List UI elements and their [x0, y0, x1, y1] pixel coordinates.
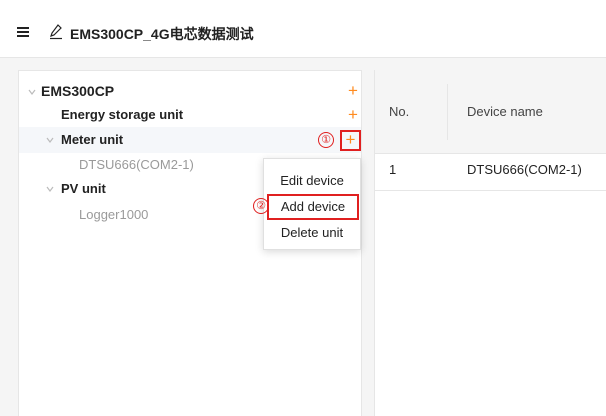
tree-node-label: EMS300CP	[41, 83, 115, 99]
column-divider	[447, 84, 448, 140]
tree-node-meter[interactable]: Meter unit ① +	[19, 127, 361, 153]
menu-item-add-device[interactable]: Add device	[267, 194, 359, 220]
top-bar: EMS300CP_4G电芯数据测试	[0, 0, 606, 58]
cell-device-name: DTSU666(COM2-1)	[467, 162, 582, 177]
step-marker-2: ②	[253, 198, 269, 214]
column-header-no[interactable]: No.	[389, 104, 409, 119]
menu-item-edit-device[interactable]: Edit device	[264, 170, 360, 192]
edit-icon[interactable]	[49, 24, 63, 40]
add-unit-button[interactable]: +	[345, 82, 361, 99]
step-marker-1: ①	[318, 132, 334, 148]
tree-node-label: Logger1000	[79, 207, 149, 222]
context-menu: Edit device Add device Delete unit	[263, 158, 361, 250]
tree-node-label: Energy storage unit	[61, 107, 184, 122]
column-header-device-name[interactable]: Device name	[467, 104, 543, 119]
menu-icon[interactable]	[17, 27, 29, 37]
menu-item-delete-unit[interactable]: Delete unit	[264, 222, 360, 244]
table-header: No. Device name	[375, 70, 606, 154]
row-divider	[375, 190, 606, 191]
tree-node-energy-storage[interactable]: Energy storage unit +	[19, 102, 361, 128]
add-device-button[interactable]: +	[345, 106, 361, 123]
page-title: EMS300CP_4G电芯数据测试	[70, 26, 254, 42]
tree-node-label: Meter unit	[61, 132, 124, 147]
cell-no: 1	[389, 162, 397, 177]
caret-down-icon[interactable]	[27, 87, 37, 97]
tree-node-label: PV unit	[61, 181, 106, 196]
add-device-button[interactable]: +	[340, 130, 361, 151]
device-table: No. Device name 1 DTSU666(COM2-1)	[374, 70, 606, 416]
caret-down-icon[interactable]	[45, 135, 55, 145]
tree-node-label: DTSU666(COM2-1)	[79, 157, 194, 172]
caret-down-icon[interactable]	[45, 184, 55, 194]
